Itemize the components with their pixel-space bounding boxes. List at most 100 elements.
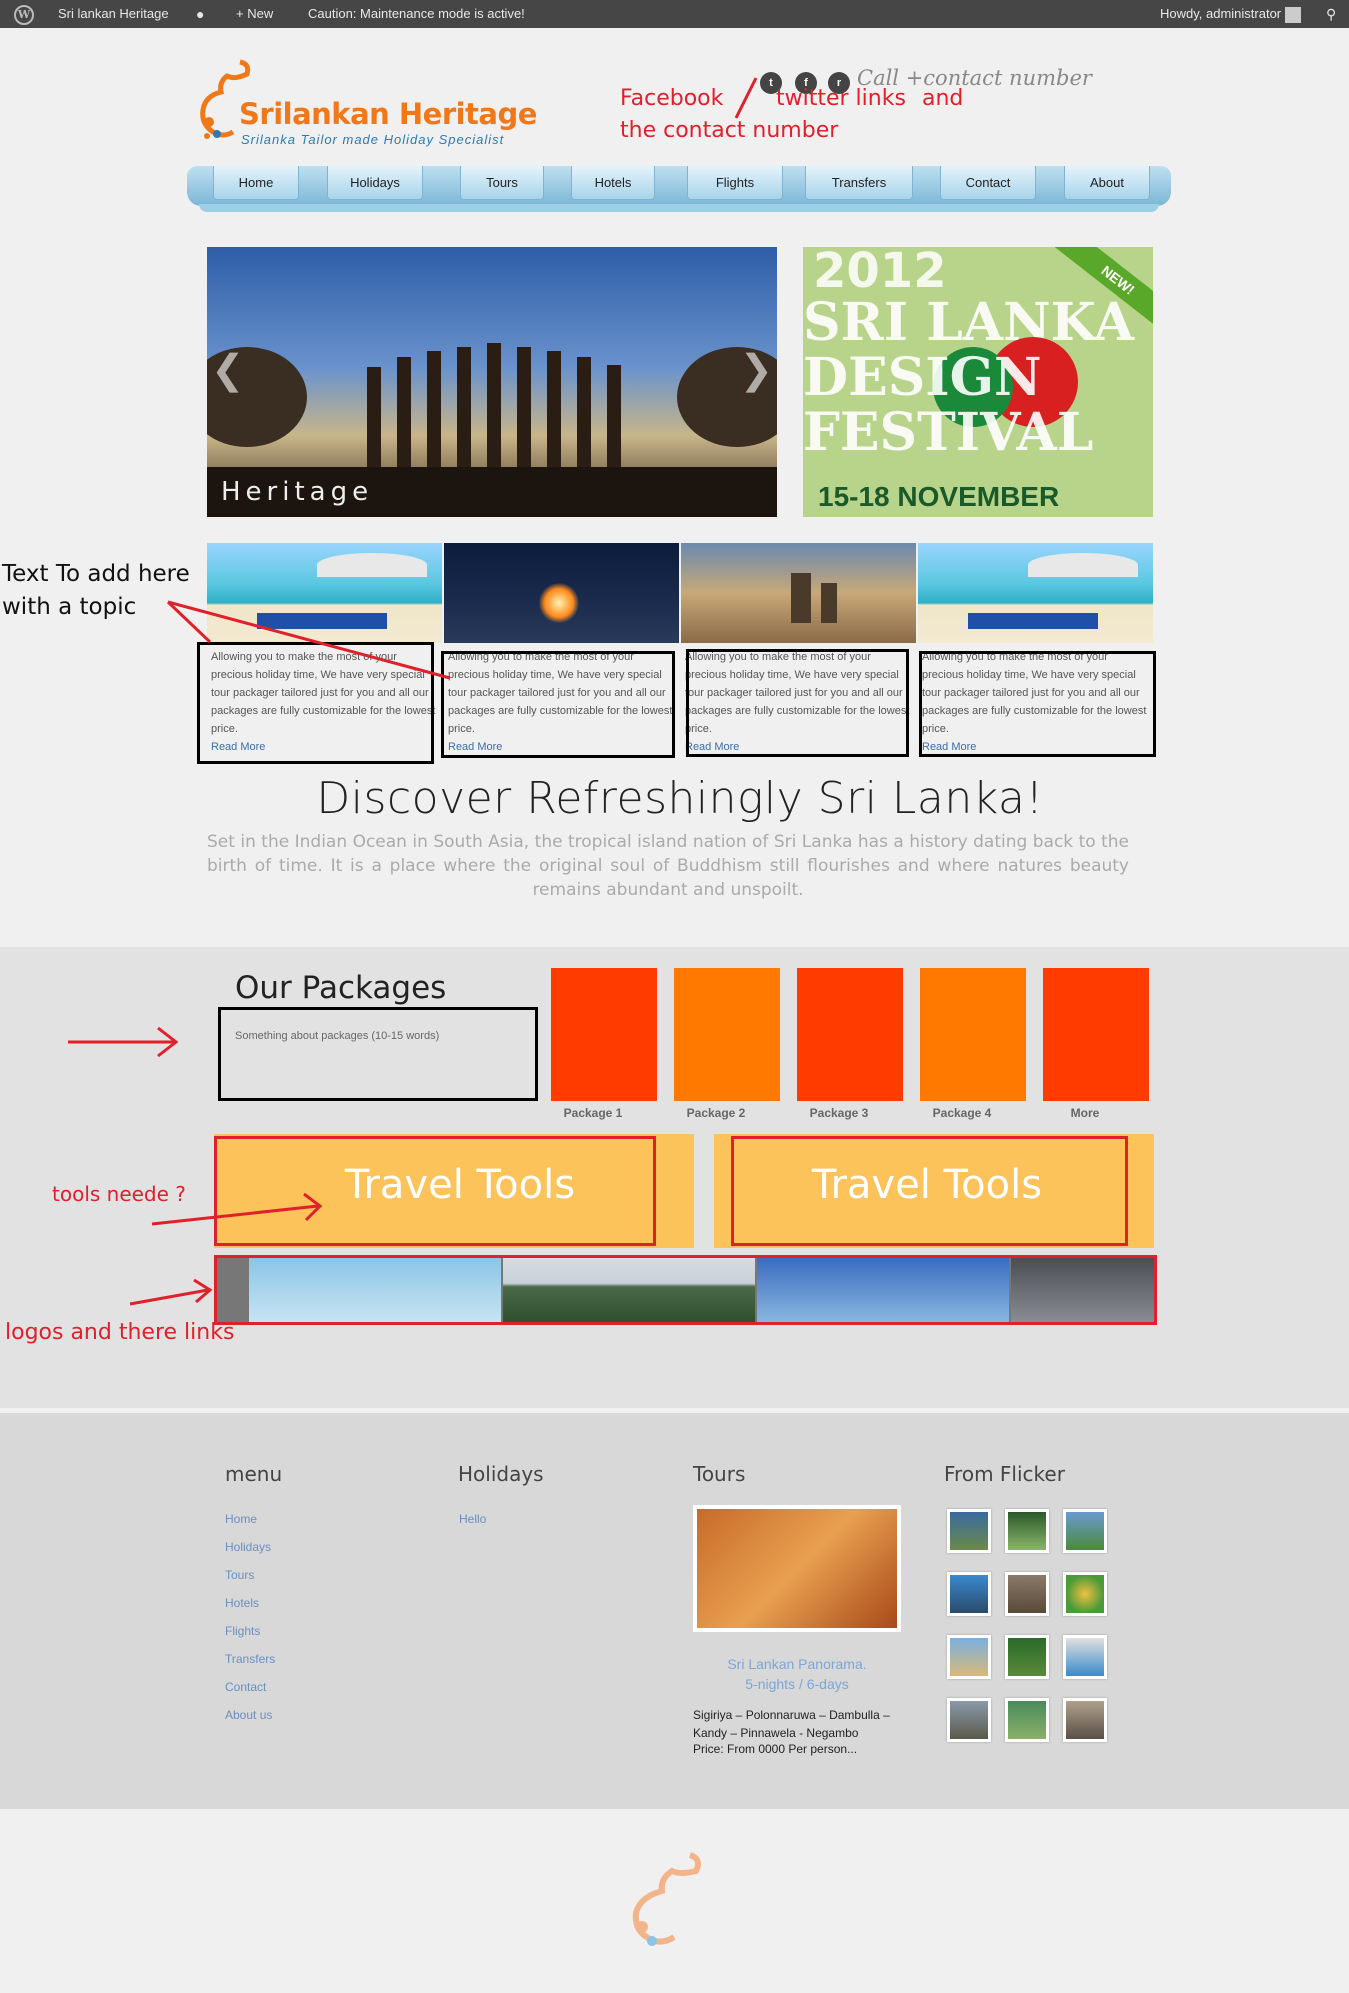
banner-dates: 15-18 NOVEMBER [818,481,1060,512]
footer-link-transfers[interactable]: Transfers [225,1652,275,1666]
footer-flickr-title: From Flicker [944,1462,1065,1486]
annotation-line [734,77,758,119]
footer-link-about[interactable]: About us [225,1708,272,1722]
packages-desc-box: Something about packages (10-15 words) [218,1007,538,1101]
site-logo[interactable]: Srilankan Heritage Srilanka Tailor made … [195,52,537,152]
flickr-thumb[interactable] [947,1572,991,1616]
tour-name[interactable]: Sri Lankan Panorama. [693,1656,901,1672]
package-label[interactable]: Package 2 [663,1106,769,1120]
tour-duration: 5-nights / 6-days [745,1676,849,1692]
campfire-image [539,583,579,623]
annotation-logos: logos and there links [5,1320,235,1345]
package-tile-4[interactable] [920,968,1026,1101]
new-content-button[interactable]: + New [228,0,281,28]
tower-image [791,573,811,623]
annotation-facebook: Facebook [620,86,724,111]
admin-bar: W Sri lankan Heritage ● + New Caution: M… [0,0,1349,28]
intro-text: Set in the Indian Ocean in South Asia, t… [207,832,1129,900]
wordpress-icon[interactable]: W [6,0,40,28]
flickr-thumb[interactable] [1005,1509,1049,1553]
nav-home[interactable]: Home [213,166,299,200]
footer-peacock-icon [632,1852,701,1946]
howdy-label: Howdy, administrator [1160,6,1282,21]
flickr-thumb[interactable] [1005,1635,1049,1679]
package-tile-1[interactable] [551,968,657,1101]
travel-tools-label: Travel Tools [811,1162,1043,1208]
annotation-box [441,651,675,758]
slider-caption: Heritage [221,477,374,507]
avatar [1284,6,1301,23]
banner-line3: FESTIVAL [803,402,1094,463]
slider-prev-arrow[interactable]: ❮ [211,347,245,393]
flickr-thumb[interactable] [947,1509,991,1553]
flickr-thumb[interactable] [1063,1509,1107,1553]
footer-link-tours[interactable]: Tours [225,1568,254,1582]
brand-tagline: Srilanka Tailor made Holiday Specialist [241,132,505,147]
festival-banner[interactable]: 2012 SRI LANKA DESIGN FESTIVAL 15-18 NOV… [803,247,1153,517]
flickr-thumb[interactable] [947,1635,991,1679]
footer-link-hotels[interactable]: Hotels [225,1596,259,1610]
annotation-twitter: twitter links [776,86,906,111]
tour-price: Price: From 0000 Per person... [693,1742,858,1756]
howdy-user[interactable]: Howdy, administrator [1152,0,1309,28]
nav-transfers[interactable]: Transfers [805,166,913,200]
annotation-and: and [922,86,964,111]
packages-desc: Something about packages (10-15 words) [235,1030,440,1042]
package-tile-more[interactable] [1043,968,1149,1101]
new-label: New [247,6,274,21]
package-label[interactable]: More [1032,1106,1138,1120]
nav-base-shadow [199,204,1159,212]
footer-holidays-title: Holidays [458,1462,544,1486]
travel-tools-label: Travel Tools [344,1162,576,1208]
package-tile-3[interactable] [797,968,903,1101]
package-tile-2[interactable] [674,968,780,1101]
package-label[interactable]: Package 4 [909,1106,1015,1120]
intro-title: Discover Refreshingly Sri Lanka! [316,773,1044,824]
nav-holidays[interactable]: Holidays [327,166,423,200]
annotation-line-2: with a topic [2,594,137,620]
flickr-thumb[interactable] [1063,1572,1107,1616]
footer-link-holidays[interactable]: Holidays [225,1540,271,1554]
annotation-arrow [129,1278,213,1306]
footer-holidays-link[interactable]: Hello [459,1512,486,1526]
slider-next-arrow[interactable]: ❯ [739,347,773,393]
nav-tours[interactable]: Tours [460,166,544,200]
footer-menu-title: menu [225,1462,283,1486]
feature-image-city[interactable] [681,543,916,643]
package-label[interactable]: Package 1 [540,1106,646,1120]
lounger-image [968,613,1098,629]
tour-image[interactable] [693,1505,901,1632]
package-label[interactable]: Package 3 [786,1106,892,1120]
banner-line2: DESIGN [803,347,1042,408]
nav-about[interactable]: About [1064,166,1150,200]
flickr-thumb[interactable] [1063,1698,1107,1742]
comments-icon[interactable]: ● [188,0,212,28]
nav-flights[interactable]: Flights [687,166,783,200]
footer-link-home[interactable]: Home [225,1512,257,1526]
maintenance-notice[interactable]: Caution: Maintenance mode is active! [300,0,533,28]
feature-image-beach-2[interactable] [918,543,1153,643]
packages-title: Our Packages [235,970,447,1006]
banner-line1: SRI LANKA [803,292,1135,353]
flickr-thumb[interactable] [1005,1572,1049,1616]
annotation-box [686,649,909,757]
annotation-arrows [166,600,451,680]
hero-slider[interactable]: ❮ ❯ Heritage [207,247,777,517]
umbrella-image [1028,553,1138,577]
footer-link-contact[interactable]: Contact [225,1680,266,1694]
annotation-box [919,651,1156,757]
annotation-arrow [68,1026,179,1058]
tour-route: Sigiriya – Polonnaruwa – Dambulla – Kand… [693,1708,890,1740]
annotation-arrow [151,1192,323,1226]
nav-contact[interactable]: Contact [940,166,1036,200]
feature-image-fire[interactable] [444,543,679,643]
search-icon[interactable]: ⚲ [1318,0,1344,28]
brand-name: Srilankan Heritage [239,97,537,131]
nav-hotels[interactable]: Hotels [571,166,655,200]
footer-link-flights[interactable]: Flights [225,1624,260,1638]
umbrella-image [317,553,427,577]
site-name-link[interactable]: Sri lankan Heritage [50,0,177,28]
flickr-thumb[interactable] [947,1698,991,1742]
flickr-thumb[interactable] [1005,1698,1049,1742]
flickr-thumb[interactable] [1063,1635,1107,1679]
